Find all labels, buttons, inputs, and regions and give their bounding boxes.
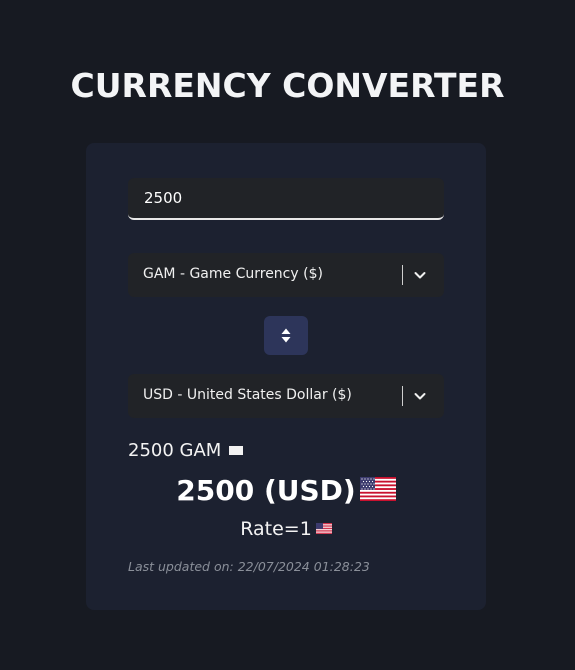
chevron-down-icon[interactable] bbox=[412, 388, 428, 404]
exchange-rate: Rate=1 bbox=[86, 518, 486, 540]
source-amount: 2500 GAM bbox=[128, 440, 244, 461]
us-flag-icon bbox=[315, 523, 332, 534]
converter-card: GAM - Game Currency ($) USD - United Sta… bbox=[86, 143, 486, 610]
last-updated-text: Last updated on: 22/07/2024 01:28:23 bbox=[128, 559, 370, 574]
select-divider bbox=[402, 386, 403, 406]
converted-amount-text: 2500 (USD) bbox=[176, 474, 356, 507]
swap-vertical-icon bbox=[281, 328, 291, 343]
select-divider bbox=[402, 265, 403, 285]
us-flag-icon bbox=[359, 477, 396, 501]
to-currency-label: USD - United States Dollar ($) bbox=[143, 387, 352, 403]
page-title: CURRENCY CONVERTER bbox=[70, 66, 505, 105]
from-currency-label: GAM - Game Currency ($) bbox=[143, 266, 323, 282]
blank-flag-icon bbox=[229, 445, 244, 455]
exchange-rate-text: Rate=1 bbox=[240, 518, 312, 540]
to-currency-select[interactable]: USD - United States Dollar ($) bbox=[128, 374, 444, 418]
from-currency-select[interactable]: GAM - Game Currency ($) bbox=[128, 253, 444, 297]
amount-input[interactable] bbox=[128, 178, 444, 220]
swap-currencies-button[interactable] bbox=[264, 316, 308, 355]
chevron-down-icon[interactable] bbox=[412, 267, 428, 283]
source-amount-text: 2500 GAM bbox=[128, 440, 222, 461]
converted-amount: 2500 (USD) bbox=[86, 474, 486, 507]
